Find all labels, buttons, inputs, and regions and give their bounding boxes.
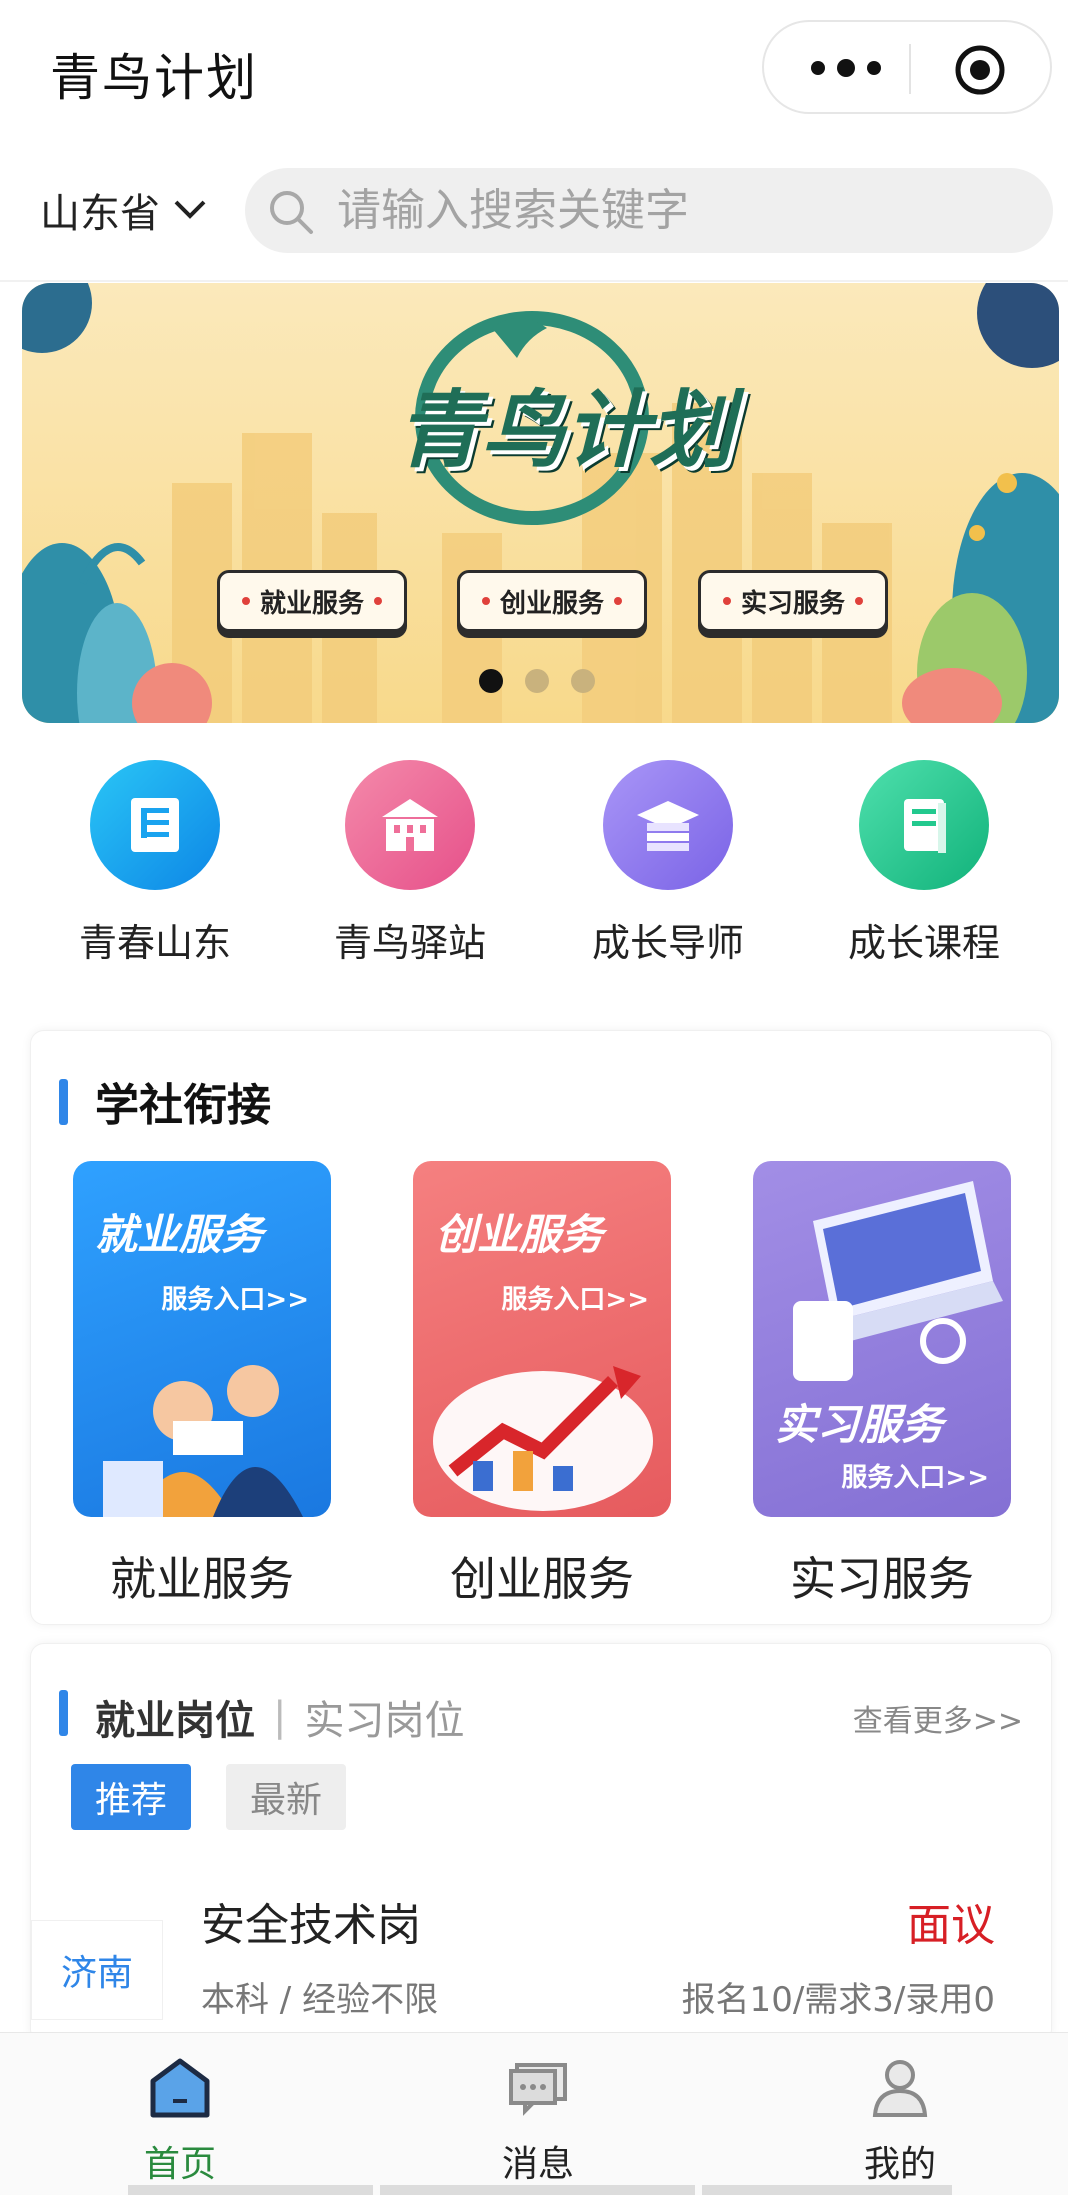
section-accent-bar: [59, 1079, 68, 1125]
job-stats: 报名10/需求3/录用0: [681, 1980, 995, 2020]
jobs-tabs: 就业岗位 | 实习岗位: [95, 1688, 464, 1746]
tab-separator: |: [273, 1694, 287, 1740]
growth-chart-illustration: [433, 1366, 653, 1511]
tab-home[interactable]: 首页: [100, 2053, 260, 2187]
header-divider: [0, 280, 1068, 282]
banner-pill-employment: 就业服务: [217, 570, 408, 632]
bottom-strip: [128, 2185, 373, 2195]
bottom-tabbar: 首页 消息 我的: [0, 2032, 1068, 2195]
banner-pill-internship: 实习服务: [698, 570, 889, 632]
job-requirements: 本科 / 经验不限: [201, 1980, 439, 2020]
service-label: 创业服务: [450, 1552, 634, 1606]
section-title: 学社衔接: [95, 1080, 271, 1131]
service-label: 就业服务: [110, 1552, 294, 1606]
filter-latest[interactable]: 最新: [226, 1764, 347, 1830]
tab-label: 消息: [501, 2144, 574, 2185]
service-internship[interactable]: 实习服务 服务入口>> 实习服务: [753, 1161, 1011, 1609]
section-accent-bar: [59, 1690, 68, 1736]
jobs-card: 就业岗位 | 实习岗位 查看更多>> 推荐 最新 济南 安全技术岗 面议 本科 …: [30, 1643, 1052, 2043]
banner-pill-startup: 创业服务: [457, 570, 648, 632]
nav-header: 青鸟计划: [0, 0, 1068, 140]
bottom-strip: [380, 2185, 695, 2195]
people-illustration: [103, 1365, 303, 1517]
graduation-cap-icon: [603, 760, 733, 890]
service-startup[interactable]: 创业服务 服务入口>> 创业服务: [413, 1161, 671, 1609]
banner-illustration: [22, 283, 1059, 723]
service-employment[interactable]: 就业服务 服务入口>> 就业服务: [73, 1161, 331, 1609]
carousel-dot[interactable]: [479, 669, 503, 693]
home-icon: [150, 2058, 210, 2118]
search-bar[interactable]: [245, 168, 1053, 253]
quick-nav-label: 青春山东: [78, 921, 231, 965]
book-icon: [859, 760, 989, 890]
carousel-indicator: [479, 669, 595, 693]
bottom-strip: [702, 2185, 952, 2195]
mini-program-capsule: [762, 20, 1052, 114]
quick-nav-label: 青鸟驿站: [333, 921, 486, 965]
quick-nav-youth-shandong[interactable]: 青春山东: [55, 760, 255, 967]
more-icon[interactable]: [806, 50, 886, 86]
banner-logo-text: 青鸟计划: [397, 381, 734, 479]
chevron-down-icon: [174, 200, 206, 219]
tab-label: 首页: [143, 2144, 216, 2185]
service-label: 实习服务: [790, 1552, 974, 1606]
province-label: 山东省: [40, 191, 160, 237]
province-selector[interactable]: 山东省: [40, 180, 208, 240]
view-more-link[interactable]: 查看更多>>: [853, 1696, 1023, 1740]
search-icon: [270, 191, 313, 234]
tab-employment-jobs[interactable]: 就业岗位: [95, 1688, 255, 1746]
user-icon: [872, 2060, 928, 2117]
document-icon: [90, 760, 220, 890]
building-icon: [345, 760, 475, 890]
search-input[interactable]: [337, 182, 1027, 238]
close-target-icon[interactable]: [954, 44, 1006, 96]
chat-icon: [509, 2063, 567, 2116]
quick-nav-label: 成长导师: [591, 921, 744, 965]
tab-profile[interactable]: 我的: [820, 2053, 980, 2187]
page-title: 青鸟计划: [50, 49, 258, 107]
quick-nav-mentor[interactable]: 成长导师: [568, 760, 768, 967]
carousel-dot[interactable]: [525, 669, 549, 693]
carousel-dot[interactable]: [571, 669, 595, 693]
tab-messages[interactable]: 消息: [458, 2053, 618, 2187]
quick-nav: 青春山东 青鸟驿站 成长导师 成长课程: [0, 760, 1068, 980]
quick-nav-qingniao-station[interactable]: 青鸟驿站: [310, 760, 510, 967]
quick-nav-courses[interactable]: 成长课程: [824, 760, 1024, 967]
job-salary: 面议: [907, 1900, 995, 1951]
job-title: 安全技术岗: [201, 1900, 421, 1951]
job-city-badge: 济南: [31, 1920, 163, 2020]
school-society-card: 学社衔接 就业服务 服务入口>> 就业服务 创业服务 服务入口>> 创业服务 实…: [30, 1030, 1052, 1625]
banner-carousel[interactable]: 青鸟计划 就业服务 创业服务 实习服务: [22, 283, 1059, 723]
service-image: 实习服务 服务入口>>: [753, 1161, 1011, 1517]
tab-internship-jobs[interactable]: 实习岗位: [304, 1688, 464, 1746]
filter-recommended[interactable]: 推荐: [71, 1764, 192, 1830]
capsule-divider: [909, 44, 911, 94]
tab-label: 我的: [863, 2144, 936, 2185]
service-image: 创业服务 服务入口>>: [413, 1161, 671, 1517]
quick-nav-label: 成长课程: [847, 921, 1000, 965]
service-image: 就业服务 服务入口>>: [73, 1161, 331, 1517]
